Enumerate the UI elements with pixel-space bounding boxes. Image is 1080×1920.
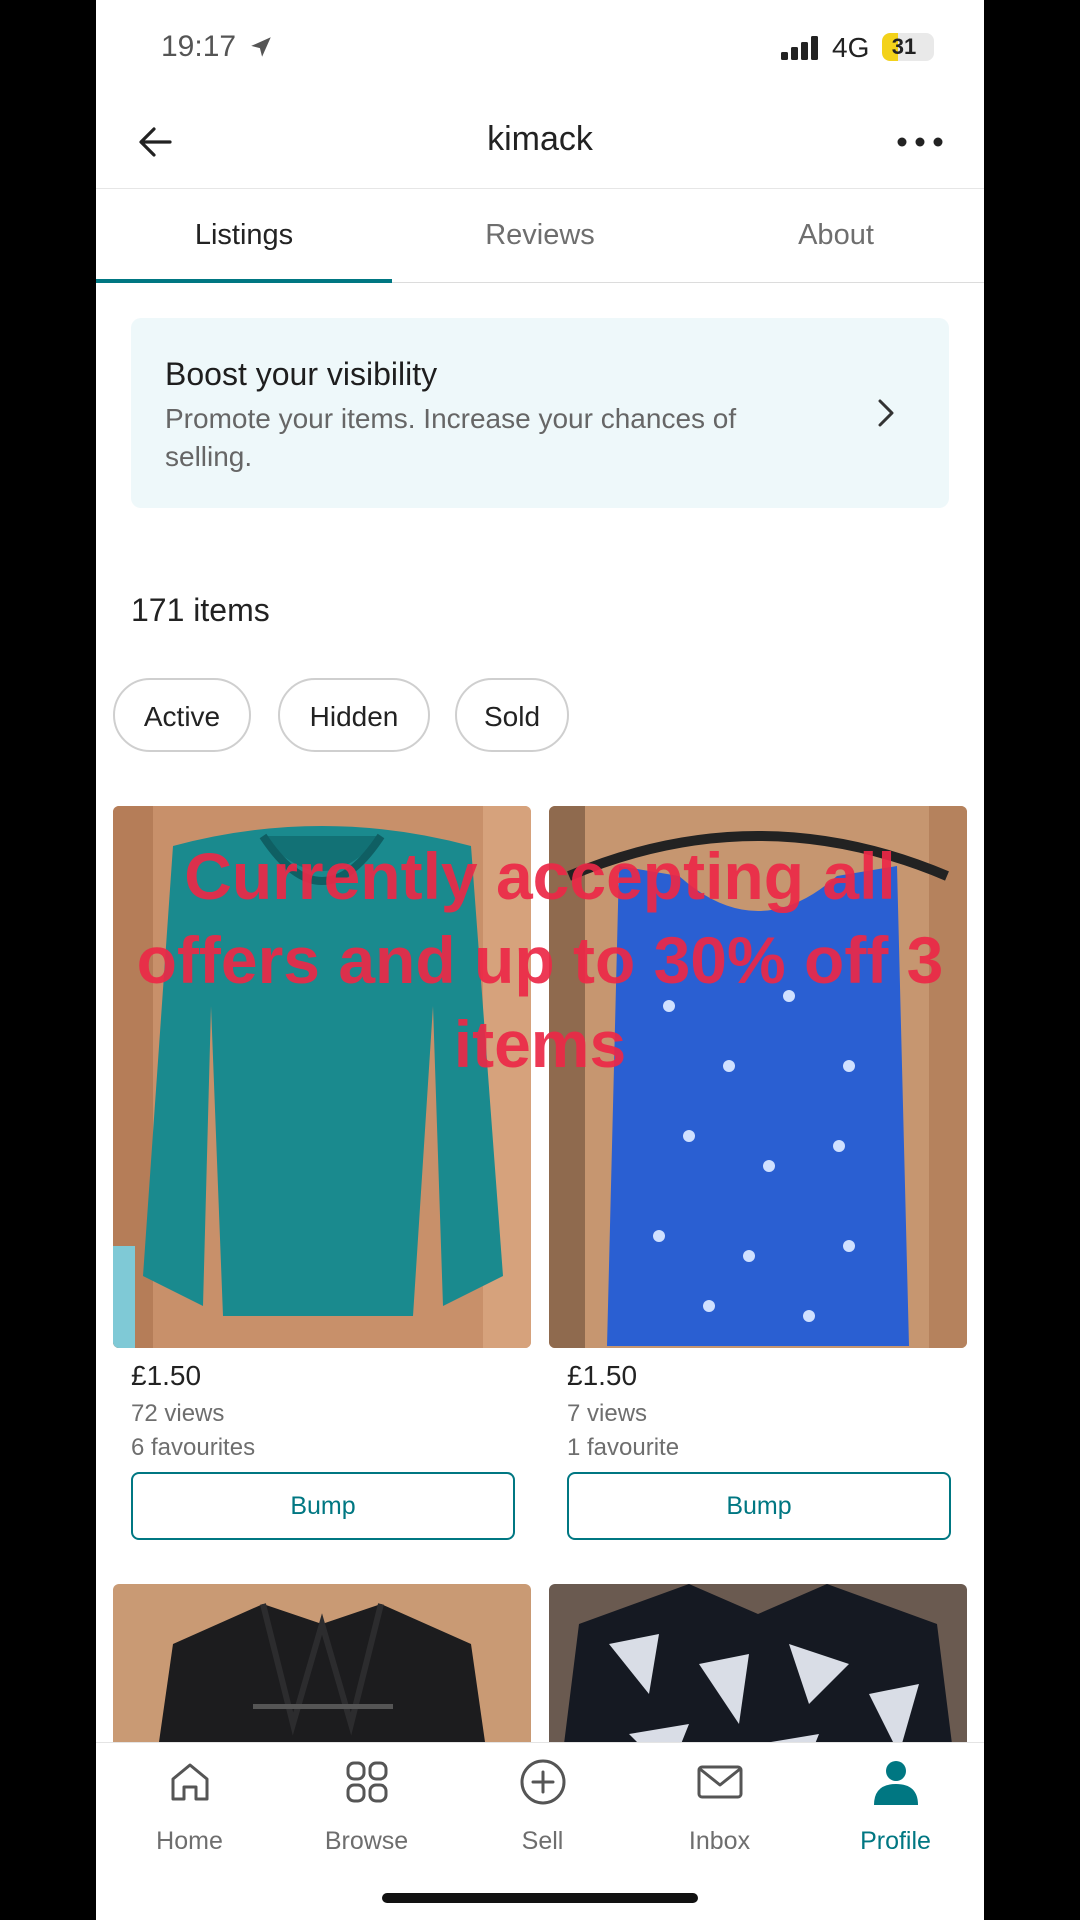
mail-icon xyxy=(697,1765,743,1799)
nav-label: Profile xyxy=(860,1827,931,1855)
boost-description: Promote your items. Increase your chance… xyxy=(165,403,737,472)
chevron-right-icon xyxy=(878,399,894,427)
plus-circle-icon xyxy=(520,1759,566,1805)
listing-image[interactable] xyxy=(113,806,531,1348)
page-title: kimack xyxy=(487,120,593,158)
location-arrow-icon xyxy=(251,37,271,57)
tab-about[interactable]: About xyxy=(688,188,984,282)
battery-level: 31 xyxy=(891,34,917,59)
nav-inbox[interactable]: Inbox xyxy=(631,1743,808,1873)
filter-chip-sold[interactable]: Sold xyxy=(455,678,569,752)
nav-sell[interactable]: Sell xyxy=(454,1743,631,1873)
listing-price: £1.50 xyxy=(567,1360,638,1391)
items-count: 171 items xyxy=(131,592,270,628)
filter-chip-active[interactable]: Active xyxy=(113,678,251,752)
home-indicator[interactable] xyxy=(382,1893,698,1903)
filter-chip-hidden[interactable]: Hidden xyxy=(278,678,430,752)
grid-icon xyxy=(346,1761,388,1803)
home-icon xyxy=(171,1763,209,1801)
status-time: 19:17 xyxy=(161,30,237,63)
nav-profile[interactable]: Profile xyxy=(807,1743,984,1873)
listing-price: £1.50 xyxy=(131,1360,202,1391)
tab-listings[interactable]: Listings xyxy=(96,188,392,283)
nav-label: Home xyxy=(156,1827,223,1855)
blue-top-photo xyxy=(549,806,967,1348)
listing-views: 72 views xyxy=(131,1400,225,1427)
nav-label: Sell xyxy=(521,1827,564,1855)
network-type: 4G xyxy=(832,32,870,63)
nav-browse[interactable]: Browse xyxy=(278,1743,455,1873)
boost-visibility-card[interactable]: Boost your visibility Promote your items… xyxy=(131,318,949,508)
nav-home[interactable]: Home xyxy=(101,1743,278,1873)
listing-views: 7 views xyxy=(567,1400,648,1427)
profile-tabs: Listings Reviews About xyxy=(96,188,984,283)
person-icon xyxy=(874,1761,918,1805)
tab-reviews[interactable]: Reviews xyxy=(392,188,688,282)
status-bar: 19:17 4G 31 xyxy=(96,0,984,96)
listing-favourites: 6 favourites xyxy=(131,1434,256,1461)
profile-header: kimack xyxy=(96,96,984,189)
teal-top-photo xyxy=(113,806,531,1348)
bump-button[interactable]: Bump xyxy=(567,1472,951,1540)
listing-image[interactable] xyxy=(549,806,967,1348)
battery-indicator: 31 xyxy=(882,33,934,61)
more-horizontal-icon[interactable] xyxy=(892,118,948,166)
bump-button[interactable]: Bump xyxy=(131,1472,515,1540)
nav-label: Inbox xyxy=(688,1827,751,1855)
cellular-signal-icon xyxy=(781,36,818,60)
nav-label: Browse xyxy=(324,1827,409,1855)
app-screen: 19:17 4G 31 kimack Listings Reviews Abou… xyxy=(96,0,984,1920)
boost-title: Boost your visibility xyxy=(165,356,438,392)
listing-favourites: 1 favourite xyxy=(567,1434,680,1461)
